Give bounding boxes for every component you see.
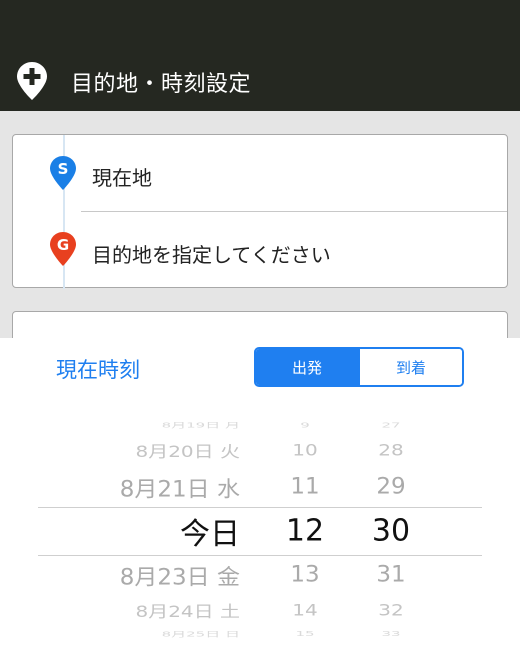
picker-date: 8月24日 土: [135, 601, 240, 621]
picker-minute: 33: [381, 629, 401, 639]
depart-button[interactable]: 出発: [256, 349, 358, 385]
picker-date: 8月23日 金: [119, 565, 240, 591]
start-marker-icon: S: [50, 156, 76, 190]
picker-minute: 27: [381, 420, 401, 430]
svg-text:G: G: [57, 236, 69, 254]
picker-minute: 32: [378, 600, 404, 620]
picker-date: 8月20日 火: [135, 441, 240, 461]
picker-hour: 12: [285, 513, 325, 549]
picker-hour: 13: [290, 562, 320, 588]
picker-row[interactable]: 8月25日 日 15 33: [0, 625, 520, 643]
route-card: S 現在地 G 目的地を指定してください: [12, 134, 508, 289]
picker-minute: 31: [376, 562, 406, 588]
picker-row[interactable]: 8月23日 金 13 31: [0, 556, 520, 594]
picker-hour: 15: [295, 629, 315, 639]
picker-row[interactable]: 8月21日 水 11 29: [0, 468, 520, 506]
picker-row[interactable]: 8月20日 火 10 28: [0, 434, 520, 466]
picker-minute: 28: [378, 440, 404, 460]
picker-row[interactable]: 8月19日 月 9 27: [0, 416, 520, 434]
picker-minute: 30: [371, 513, 411, 549]
svg-text:S: S: [58, 160, 69, 178]
start-location-field[interactable]: 現在地: [92, 162, 152, 191]
picker-hour: 14: [292, 600, 318, 620]
pin-plus-icon[interactable]: [16, 61, 48, 101]
picker-minute: 29: [376, 474, 406, 500]
date-time-picker[interactable]: 8月19日 月 9 27 8月20日 火 10 28 8月21日 水 11 29 今日 12 30 8月…: [0, 418, 520, 644]
current-time-button[interactable]: 現在時刻: [56, 354, 140, 384]
goal-marker-icon: G: [50, 232, 76, 266]
arrive-button[interactable]: 到着: [358, 349, 462, 385]
time-picker-sheet: 現在時刻 出発 到着 8月19日 月 9 27 8月20日 火 10 28 8月21日 水 1…: [0, 338, 520, 660]
picker-date: 8月19日 月: [161, 421, 240, 430]
picker-date: 8月21日 水: [119, 477, 240, 503]
destination-field[interactable]: 目的地を指定してください: [92, 239, 331, 268]
route-divider: [81, 211, 507, 212]
page-title: 目的地・時刻設定: [71, 72, 252, 97]
picker-hour: 9: [300, 420, 310, 430]
picker-selection-top-line: [38, 507, 482, 508]
picker-row[interactable]: 8月24日 土 14 32: [0, 594, 520, 626]
picker-date: 今日: [180, 517, 240, 552]
app-header: 目的地・時刻設定: [0, 0, 520, 111]
picker-hour: 10: [292, 440, 318, 460]
depart-arrive-toggle: 出発 到着: [254, 347, 464, 387]
picker-date: 8月25日 日: [161, 630, 240, 639]
picker-row-selected[interactable]: 今日 12 30: [0, 511, 520, 553]
picker-hour: 11: [290, 474, 320, 500]
